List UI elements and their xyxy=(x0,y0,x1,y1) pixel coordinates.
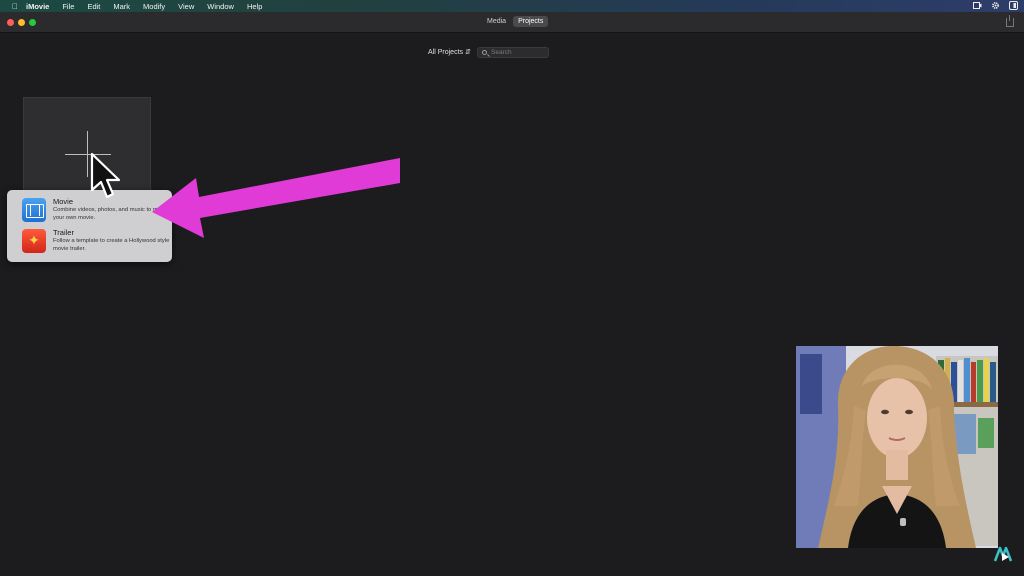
channel-logo-icon xyxy=(993,546,1013,562)
mouse-pointer-icon xyxy=(90,152,121,199)
presenter-webcam-video xyxy=(796,346,998,548)
